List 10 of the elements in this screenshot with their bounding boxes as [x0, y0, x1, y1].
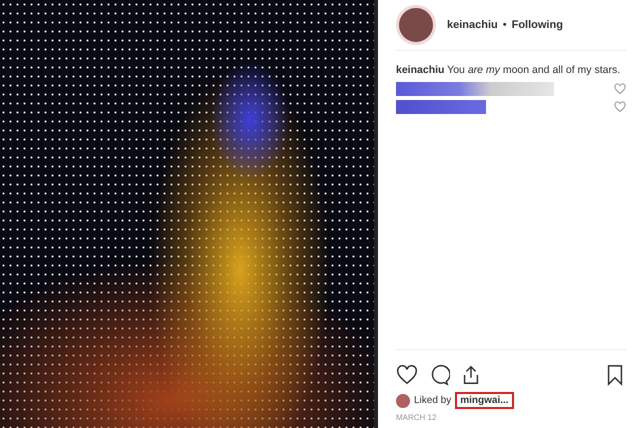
caption-text: keinachiu You are my moon and all of my stars.: [396, 63, 622, 78]
following-button[interactable]: Following: [512, 19, 563, 31]
username-link[interactable]: keinachiu: [447, 19, 498, 31]
post-date: MARCH 12: [396, 413, 438, 422]
liker-avatar: [396, 394, 410, 408]
avatar[interactable]: [396, 5, 436, 45]
separator-dot: •: [502, 19, 507, 31]
liked-by-text: Liked by: [414, 395, 452, 406]
heart-icon[interactable]: [396, 364, 418, 386]
liker-username-link[interactable]: mingwai...: [455, 392, 514, 409]
